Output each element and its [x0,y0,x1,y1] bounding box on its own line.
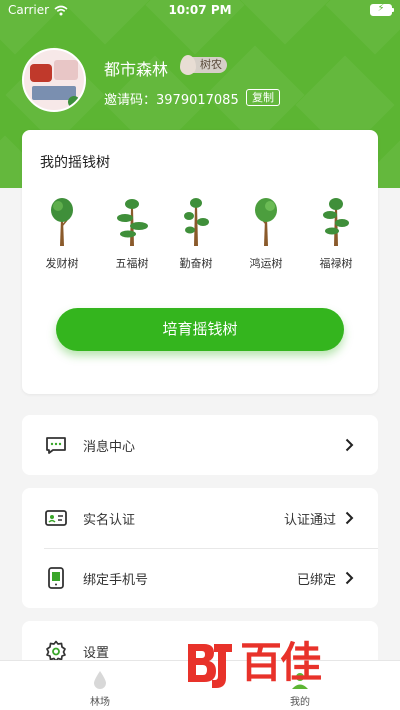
invite-code-row: 邀请码：3979017085 [104,89,239,108]
seed-icon [180,55,196,75]
clock: 10:07 PM [168,3,232,17]
bonsai-tree-icon [117,199,148,246]
tree-item-fulu[interactable]: 福禄树 [306,196,366,271]
menu-label: 消息中心 [83,440,136,455]
phone-icon [48,567,64,589]
tree-item-facai[interactable]: 发财树 [32,196,92,271]
tab-label: 我的 [290,697,310,708]
id-card-icon [45,510,67,526]
tree-item-hongyun[interactable]: 鸿运树 [236,196,296,271]
menu-item-phone[interactable]: 绑定手机号 已绑定 [22,548,378,608]
grow-tree-button[interactable]: 培育摇钱树 [56,308,344,351]
user-level-badge: 树农 [180,55,227,75]
avatar[interactable] [22,48,86,112]
tree-label: 发财树 [45,257,79,270]
tree-label: 福禄树 [319,257,353,270]
invite-label: 邀请码： [104,93,157,108]
menu-value: 认证通过 [283,513,336,528]
topiary-tree-icon [184,198,209,246]
menu-value: 已绑定 [296,573,336,588]
tree-item-qinfen[interactable]: 勤奋树 [166,196,226,271]
menu-label: 设置 [83,646,110,661]
invite-code: 3979017085 [156,93,239,108]
round-tree-icon [255,198,277,246]
watermark: 百佳 [184,636,380,694]
watermark-text: 百佳 [240,638,322,687]
chevron-right-icon [345,511,354,525]
menu-item-realname[interactable]: 实名认证 认证通过 [22,488,378,548]
chevron-right-icon [345,571,354,585]
tree-item-wufu[interactable]: 五福树 [102,196,162,271]
status-bar: Carrier 10:07 PM ⚡ [0,0,400,22]
badge-label: 树农 [192,57,227,73]
chevron-right-icon [345,438,354,452]
tree-label: 五福树 [115,257,149,270]
tab-linchang[interactable]: 林场 [60,661,140,710]
battery-charging-icon: ⚡ [370,3,394,16]
message-bubble-icon [46,437,66,454]
water-drop-icon [94,671,106,689]
bj-logo [188,644,232,688]
tab-label: 林场 [90,697,110,708]
menu-label: 实名认证 [83,513,136,528]
tree-label: 鸿运树 [249,257,283,270]
tree-label: 勤奋树 [179,257,213,270]
copy-button[interactable]: 复制 [246,89,280,106]
menu-item-messages[interactable]: 消息中心 [22,415,378,475]
menu-label: 绑定手机号 [83,573,149,588]
username: 都市森林 [104,60,169,79]
account-card: 实名认证 认证通过 绑定手机号 已绑定 [22,488,378,608]
card-title: 我的摇钱树 [40,155,110,171]
message-card: 消息中心 [22,415,378,475]
pine-tree-icon [323,198,349,246]
round-tree-icon [51,198,73,246]
